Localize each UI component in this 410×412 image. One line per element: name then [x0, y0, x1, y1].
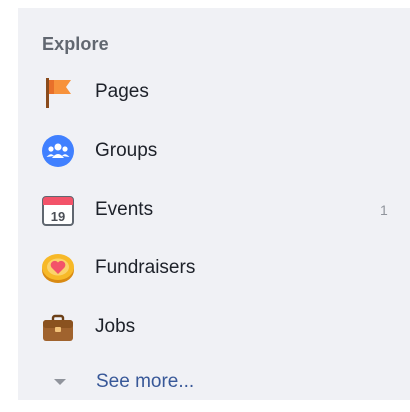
groups-icon [40, 133, 76, 169]
events-count-badge: 1 [380, 202, 388, 218]
nav-item-pages[interactable]: Pages [18, 70, 410, 114]
heart-coin-icon [40, 250, 76, 286]
nav-item-events[interactable]: 19 Events 1 [18, 188, 410, 232]
calendar-icon: 19 [40, 192, 76, 228]
nav-item-pages-label: Pages [95, 81, 149, 102]
explore-heading: Explore [42, 34, 109, 54]
nav-item-events-label: Events [95, 199, 154, 220]
see-more-label: See more... [96, 371, 195, 392]
nav-item-groups-label: Groups [95, 140, 158, 161]
nav-item-jobs-label: Jobs [95, 316, 136, 337]
explore-panel: Explore Pages Groups 19 Events 1 Fundrai… [18, 8, 410, 400]
flag-icon [40, 74, 76, 110]
calendar-icon-day: 19 [51, 209, 65, 224]
nav-item-groups[interactable]: Groups [18, 129, 410, 173]
nav-item-fundraisers[interactable]: Fundraisers [18, 246, 410, 290]
chevron-down-icon [54, 379, 66, 385]
see-more-link[interactable]: See more... [18, 360, 410, 404]
nav-item-fundraisers-label: Fundraisers [95, 257, 196, 278]
briefcase-icon [40, 309, 76, 345]
nav-item-jobs[interactable]: Jobs [18, 305, 410, 349]
